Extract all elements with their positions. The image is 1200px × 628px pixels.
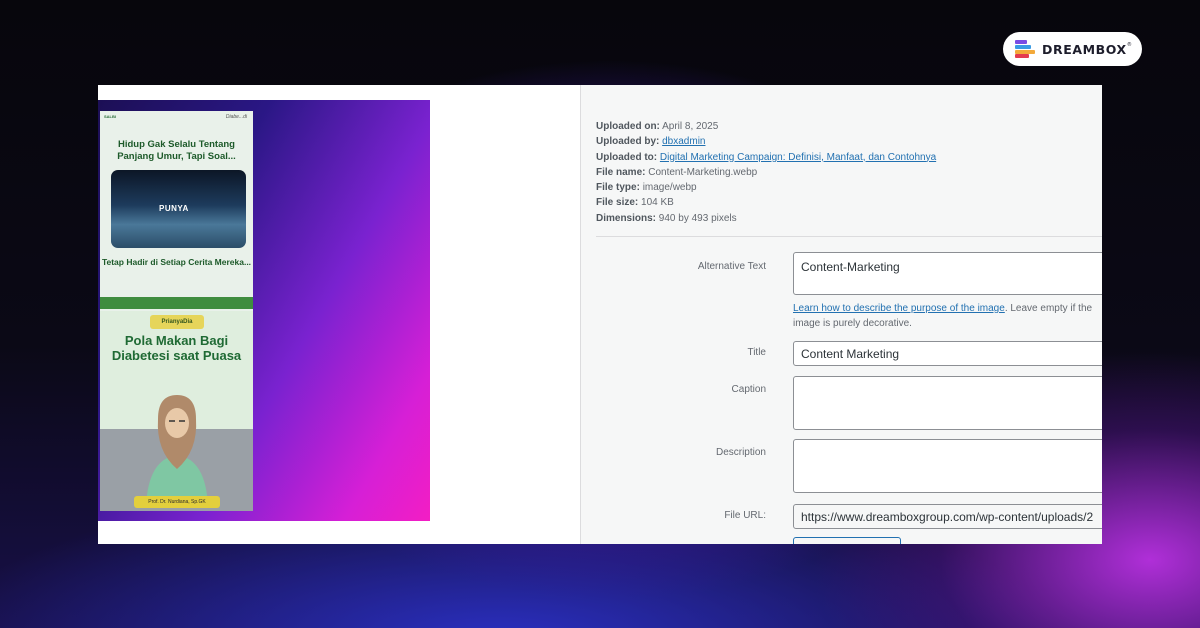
caption-label: Caption: [731, 384, 766, 395]
file-url-label: File URL:: [724, 510, 766, 521]
story-panel-bottom: PrianyaDia Pola Makan Bagi Diabetesi saa…: [100, 311, 253, 511]
dreambox-logo-mark-icon: [1015, 40, 1035, 58]
file-metadata: Uploaded on: April 8, 2025 Uploaded by: …: [596, 119, 936, 226]
description-label: Description: [715, 447, 766, 458]
story-logo-left: SALBI: [104, 114, 116, 119]
story-panel-top: SALBI Diabe...di Hidup Gak Selalu Tentan…: [100, 111, 253, 311]
uploaded-by-link[interactable]: dbxadmin: [662, 136, 705, 147]
story-headline-1: Hidup Gak Selalu Tentang Panjang Umur, T…: [117, 139, 236, 162]
alt-text-help: Learn how to describe the purpose of the…: [793, 303, 1093, 329]
file-type-row: File type: image/webp: [596, 182, 697, 194]
story-photo-label: PUNYA: [159, 204, 189, 213]
alt-text-help-link[interactable]: Learn how to describe the purpose of the…: [793, 303, 1005, 314]
copy-url-button[interactable]: [793, 537, 901, 544]
story-person-illustration: [146, 395, 208, 507]
story-sea-photo: PUNYA: [111, 170, 246, 248]
story-headline-2: Tetap Hadir di Setiap Cerita Mereka...: [101, 257, 252, 267]
alt-text-field[interactable]: Content-Marketing: [793, 252, 1102, 295]
file-size-row: File size: 104 KB: [596, 197, 674, 209]
attachment-preview: SALBI Diabe...di Hidup Gak Selalu Tentan…: [98, 85, 580, 544]
uploaded-on-row: Uploaded on: April 8, 2025: [596, 121, 719, 132]
alt-text-label: Alternative Text: [697, 261, 766, 272]
attachment-image: SALBI Diabe...di Hidup Gak Selalu Tentan…: [98, 100, 430, 521]
story-badge: PrianyaDia: [150, 315, 204, 329]
story-headline-3: Pola Makan Bagi Diabetesi saat Puasa: [111, 333, 242, 363]
uploaded-by-row: Uploaded by: dbxadmin: [596, 136, 706, 148]
title-field[interactable]: Content Marketing: [793, 341, 1102, 366]
media-attachment-details-screenshot: SALBI Diabe...di Hidup Gak Selalu Tentan…: [98, 85, 1102, 544]
title-label: Title: [747, 347, 766, 358]
story-logo-right: Diabe...di: [225, 114, 247, 120]
dreambox-logo: DREAMBOX®: [1003, 32, 1142, 66]
caption-field[interactable]: [793, 376, 1102, 430]
attachment-details-panel: Uploaded on: April 8, 2025 Uploaded by: …: [581, 85, 1102, 544]
file-url-field[interactable]: https://www.dreamboxgroup.com/wp-content…: [793, 504, 1102, 529]
dreambox-logo-text: DREAMBOX®: [1042, 41, 1133, 57]
dimensions-row: Dimensions: 940 by 493 pixels: [596, 212, 737, 224]
uploaded-to-row: Uploaded to: Digital Marketing Campaign:…: [596, 151, 937, 163]
description-field[interactable]: [793, 439, 1102, 493]
metadata-divider: [596, 236, 1102, 237]
uploaded-to-link[interactable]: Digital Marketing Campaign: Definisi, Ma…: [660, 152, 936, 163]
file-name-row: File name: Content-Marketing.webp: [596, 166, 758, 178]
story-green-band: [100, 297, 253, 309]
story-name-tag: Prof. Dr. Nurdiana, Sp.GK: [134, 496, 220, 508]
instagram-story-collage: SALBI Diabe...di Hidup Gak Selalu Tentan…: [100, 111, 253, 511]
